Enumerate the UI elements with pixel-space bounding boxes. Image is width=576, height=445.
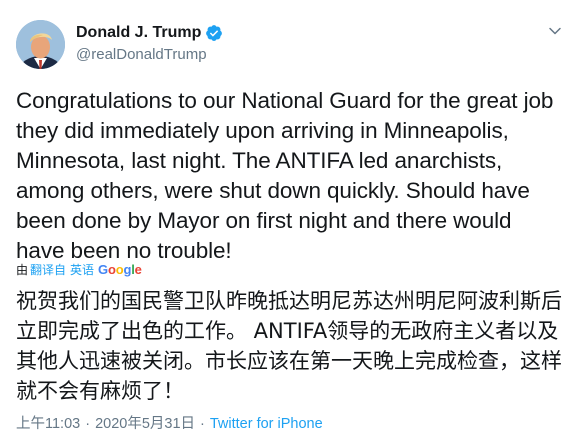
tweet-card: Donald J. Trump @realDonaldTrump Congrat… bbox=[0, 0, 576, 445]
chevron-down-icon[interactable] bbox=[548, 24, 562, 38]
google-logo: Google bbox=[98, 262, 142, 277]
translation-attribution: 由 翻译自 英语 Google bbox=[16, 262, 142, 278]
tweet-text: Congratulations to our National Guard fo… bbox=[16, 88, 554, 263]
translated-text: 祝贺我们的国民警卫队昨晚抵达明尼苏达州明尼阿波利斯后立即完成了出色的工作。 AN… bbox=[16, 289, 562, 403]
name-row: Donald J. Trump bbox=[76, 22, 223, 44]
translated-from-link[interactable]: 翻译自 bbox=[30, 262, 66, 278]
author-block: Donald J. Trump @realDonaldTrump bbox=[76, 22, 223, 65]
verified-badge-icon bbox=[206, 25, 223, 41]
tweet-date[interactable]: 2020年5月31日 bbox=[95, 414, 195, 434]
translation-from-label: 由 bbox=[16, 263, 29, 277]
meta-separator: · bbox=[85, 416, 91, 432]
display-name[interactable]: Donald J. Trump bbox=[76, 22, 201, 44]
source-language-link[interactable]: 英语 bbox=[70, 262, 94, 278]
handle[interactable]: @realDonaldTrump bbox=[76, 45, 223, 65]
avatar[interactable] bbox=[16, 20, 65, 69]
tweet-source-link[interactable]: Twitter for iPhone bbox=[210, 414, 323, 434]
profile-photo bbox=[16, 20, 65, 69]
tweet-time[interactable]: 上午11:03 bbox=[16, 414, 80, 434]
meta-separator: · bbox=[200, 416, 205, 432]
tweet-meta: 上午11:03 · 2020年5月31日 · Twitter for iPhon… bbox=[16, 414, 323, 434]
